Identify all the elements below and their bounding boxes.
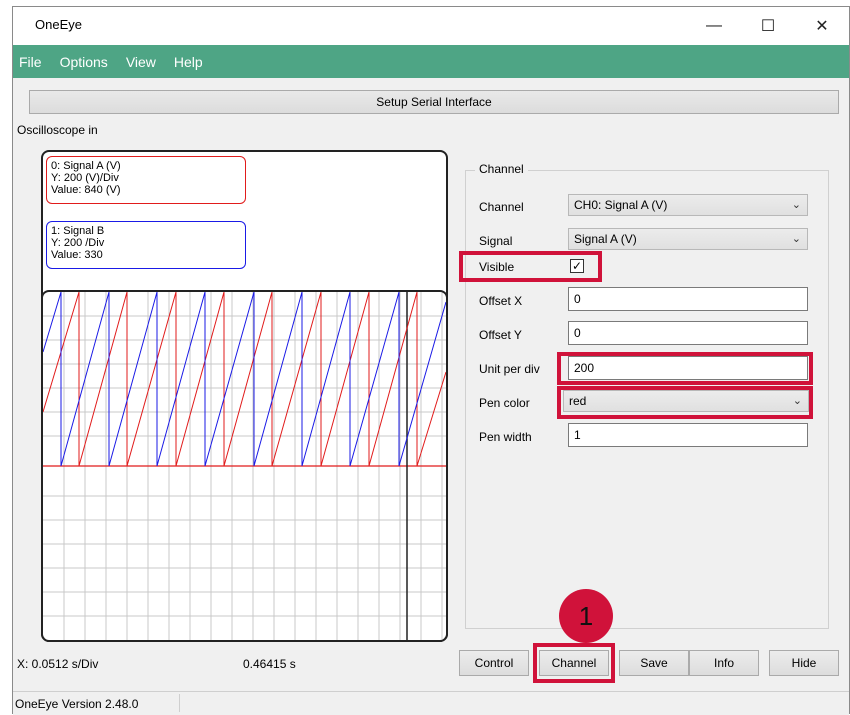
waveform-plot xyxy=(43,292,446,640)
signal-label: Signal xyxy=(479,234,513,248)
signal-select[interactable]: Signal A (V) ⌄ xyxy=(568,228,808,250)
pen-color-label: Pen color xyxy=(479,396,530,410)
channel-label: Channel xyxy=(479,200,524,214)
signal-a-value: Value: 840 (V) xyxy=(51,184,121,196)
step-badge: 1 xyxy=(559,589,613,643)
maximize-button[interactable]: ☐ xyxy=(751,11,785,41)
status-bar: OneEye Version 2.48.0 xyxy=(13,691,849,715)
visible-label: Visible xyxy=(479,260,515,274)
oscilloscope-label: Oscilloscope in xyxy=(17,123,98,137)
chevron-down-icon: ⌄ xyxy=(791,233,801,245)
menu-options[interactable]: Options xyxy=(60,54,108,70)
signal-a-info[interactable]: 0: Signal A (V) Y: 200 (V)/Div Value: 84… xyxy=(46,156,246,204)
window-title: OneEye xyxy=(35,17,82,32)
unit-per-div-label: Unit per div xyxy=(479,362,540,376)
close-button[interactable]: ✕ xyxy=(805,11,839,41)
menu-file[interactable]: File xyxy=(19,54,42,70)
pen-width-input[interactable]: 1 xyxy=(568,423,808,447)
info-button[interactable]: Info xyxy=(689,650,759,676)
pen-width-label: Pen width xyxy=(479,430,532,444)
offset-y-input[interactable]: 0 xyxy=(568,321,808,345)
menu-bar: File Options View Help xyxy=(13,45,849,78)
chevron-down-icon: ⌄ xyxy=(792,395,802,407)
channel-select[interactable]: CH0: Signal A (V) ⌄ xyxy=(568,194,808,216)
channel-button[interactable]: Channel xyxy=(539,650,609,676)
x-div-readout: X: 0.0512 s/Div xyxy=(17,657,99,671)
signal-a-name: 0: Signal A (V) xyxy=(51,160,121,172)
offset-x-input[interactable]: 0 xyxy=(568,287,808,311)
status-divider xyxy=(179,694,180,712)
channel-select-value: CH0: Signal A (V) xyxy=(574,198,668,212)
unit-per-div-input[interactable]: 200 xyxy=(568,356,808,380)
signal-b-info[interactable]: 1: Signal B Y: 200 /Div Value: 330 xyxy=(46,221,246,269)
signal-a-scale: Y: 200 (V)/Div xyxy=(51,172,119,184)
chevron-down-icon: ⌄ xyxy=(791,199,801,211)
setup-serial-button[interactable]: Setup Serial Interface xyxy=(29,90,839,114)
save-button[interactable]: Save xyxy=(619,650,689,676)
pen-color-select[interactable]: red ⌄ xyxy=(563,390,809,412)
signal-b-value: Value: 330 xyxy=(51,249,103,261)
signal-select-value: Signal A (V) xyxy=(574,232,637,246)
menu-help[interactable]: Help xyxy=(174,54,203,70)
offset-y-label: Offset Y xyxy=(479,328,522,342)
offset-x-label: Offset X xyxy=(479,294,523,308)
scope-grid xyxy=(41,290,448,642)
signal-b-scale: Y: 200 /Div xyxy=(51,237,105,249)
app-window: OneEye — ☐ ✕ File Options View Help Setu… xyxy=(12,6,850,715)
minimize-button[interactable]: — xyxy=(697,11,731,41)
visible-checkbox[interactable]: ✓ xyxy=(570,259,584,273)
hide-button[interactable]: Hide xyxy=(769,650,839,676)
title-bar: OneEye — ☐ ✕ xyxy=(13,7,849,45)
channel-group-title: Channel xyxy=(475,162,528,176)
time-readout: 0.46415 s xyxy=(243,657,296,671)
signal-b-name: 1: Signal B xyxy=(51,225,105,237)
menu-view[interactable]: View xyxy=(126,54,156,70)
control-button[interactable]: Control xyxy=(459,650,529,676)
pen-color-value: red xyxy=(569,394,587,408)
version-text: OneEye Version 2.48.0 xyxy=(15,697,139,711)
